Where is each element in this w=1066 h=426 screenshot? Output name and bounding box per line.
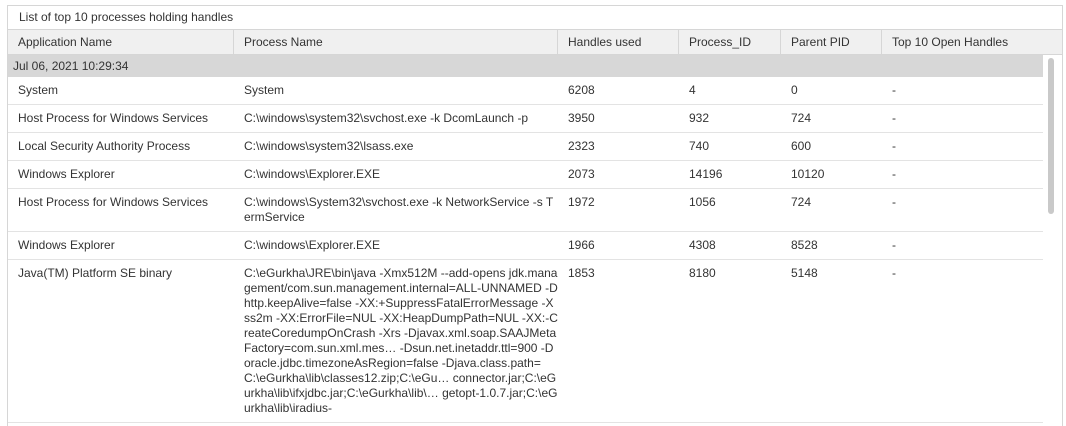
cell-application-name: Host Process for Windows Services [18,195,209,209]
cell-parent-pid: 5148 [791,266,818,280]
table-row[interactable]: System System 6208 4 0 - [8,77,1045,105]
cell-application-name: Host Process for Windows Services [18,111,209,125]
cell-top-open-handles: - [892,238,896,252]
table-body: Jul 06, 2021 10:29:34 System System 6208… [8,55,1062,426]
cell-handles-used: 1853 [568,266,595,280]
column-header-handles-used[interactable]: Handles used [558,30,679,54]
cell-process-name: C:\windows\system32\svchost.exe -k DcomL… [244,111,529,125]
cell-application-name: Windows Explorer [18,167,115,181]
vertical-scrollbar[interactable] [1043,55,1062,426]
column-header-top-open-handles[interactable]: Top 10 Open Handles [882,30,1062,54]
table-header: Application Name Process Name Handles us… [8,30,1062,55]
table-row[interactable]: Host Process for Windows Services C:\win… [8,105,1045,133]
processes-panel: List of top 10 processes holding handles… [7,5,1063,426]
cell-process-name: C:\windows\system32\lsass.exe [244,139,414,153]
cell-parent-pid: 600 [791,139,812,153]
group-row-timestamp: Jul 06, 2021 10:29:34 [8,55,1045,77]
cell-process-id: 1056 [689,195,716,209]
cell-top-open-handles: - [892,195,896,209]
cell-process-id: 932 [689,111,710,125]
cell-application-name: Windows Explorer [18,238,115,252]
table-row[interactable]: Local Security Authority Process C:\wind… [8,133,1045,161]
cell-handles-used: 3950 [568,111,595,125]
cell-application-name: System [18,83,59,97]
cell-process-name: System [244,83,285,97]
table-row[interactable]: Windows Explorer C:\windows\Explorer.EXE… [8,161,1045,189]
cell-top-open-handles: - [892,83,896,97]
table-row[interactable]: Java(TM) Platform SE binary C:\eGurkha\J… [8,260,1045,423]
column-header-application-name[interactable]: Application Name [8,30,234,54]
cell-process-id: 8180 [689,266,716,280]
cell-process-id: 4 [689,83,696,97]
cell-process-id: 740 [689,139,710,153]
cell-application-name: Java(TM) Platform SE binary [18,266,173,280]
column-header-process-id[interactable]: Process_ID [679,30,781,54]
table-row[interactable]: Host Process for Windows Services C:\win… [8,189,1045,232]
cell-parent-pid: 10120 [791,167,825,181]
cell-parent-pid: 0 [791,83,798,97]
cell-parent-pid: 8528 [791,238,818,252]
cell-process-id: 14196 [689,167,723,181]
cell-parent-pid: 724 [791,195,812,209]
cell-handles-used: 1972 [568,195,595,209]
cell-handles-used: 2073 [568,167,595,181]
cell-handles-used: 1966 [568,238,595,252]
cell-top-open-handles: - [892,139,896,153]
cell-handles-used: 6208 [568,83,595,97]
table-row[interactable]: Windows Explorer C:\windows\Explorer.EXE… [8,232,1045,260]
cell-top-open-handles: - [892,266,896,280]
scrollbar-thumb[interactable] [1048,58,1054,214]
column-header-parent-pid[interactable]: Parent PID [781,30,882,54]
panel-title: List of top 10 processes holding handles [8,6,1062,30]
cell-application-name: Local Security Authority Process [18,139,191,153]
cell-process-name: C:\windows\Explorer.EXE [244,238,381,252]
cell-top-open-handles: - [892,167,896,181]
cell-process-name: C:\eGurkha\JRE\bin\java -Xmx512M --add-o… [244,266,558,415]
cell-parent-pid: 724 [791,111,812,125]
cell-top-open-handles: - [892,111,896,125]
cell-process-name: C:\windows\System32\svchost.exe -k Netwo… [244,195,554,224]
cell-process-id: 4308 [689,238,716,252]
cell-handles-used: 2323 [568,139,595,153]
cell-process-name: C:\windows\Explorer.EXE [244,167,381,181]
column-header-process-name[interactable]: Process Name [234,30,558,54]
